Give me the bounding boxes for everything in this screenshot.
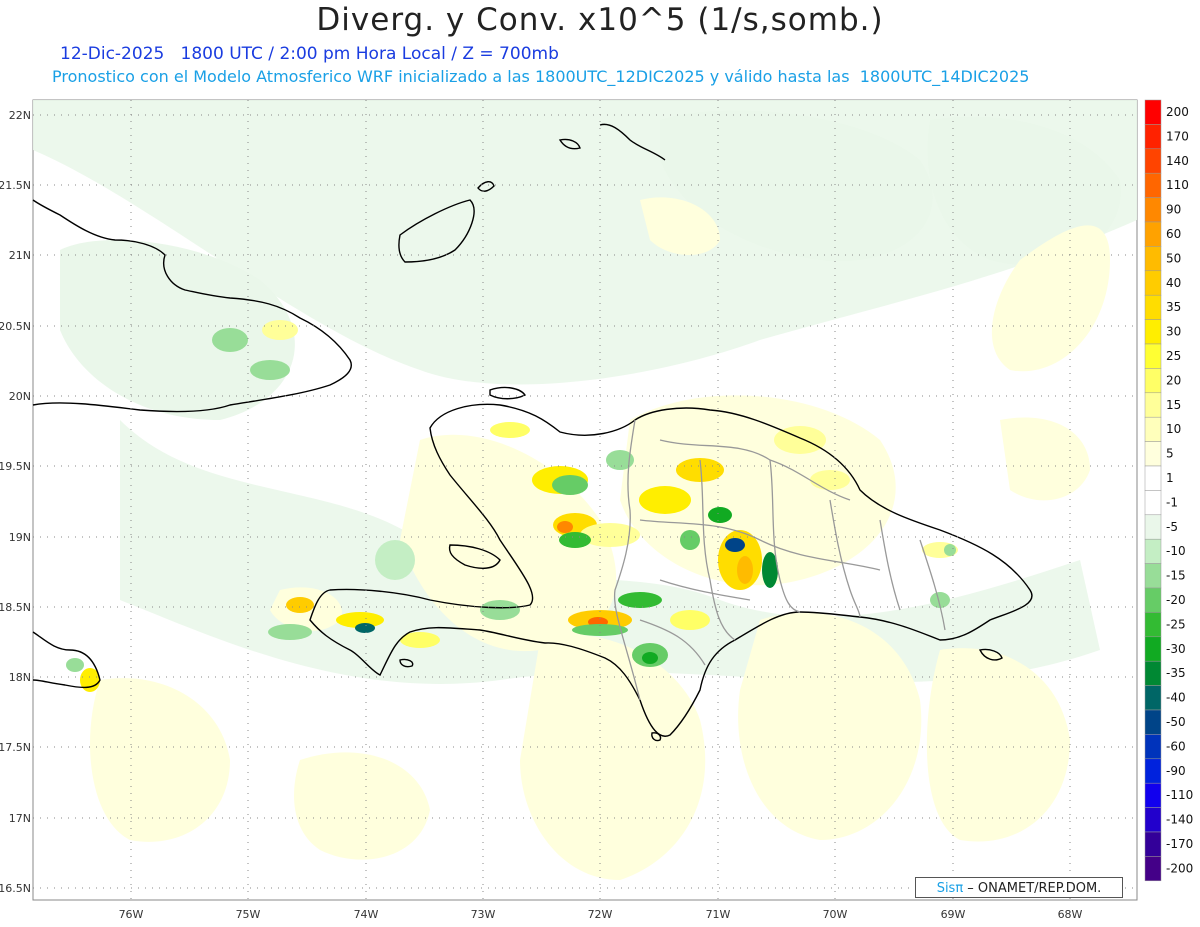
colorbar-swatch: [1144, 221, 1162, 247]
colorbar-label: -15: [1166, 569, 1186, 583]
lon-label: 68W: [1058, 908, 1083, 921]
colorbar-label: 110: [1166, 178, 1189, 192]
colorbar-label: -5: [1166, 520, 1178, 534]
colorbar-label: 5: [1166, 447, 1174, 461]
lat-label: 20N: [9, 390, 31, 403]
colorbar-label: -200: [1166, 861, 1193, 875]
colorbar-label: 40: [1166, 276, 1181, 290]
lon-label: 72W: [588, 908, 613, 921]
colorbar-swatch: [1144, 172, 1162, 198]
lat-label: 19N: [9, 531, 31, 544]
lat-label: 17N: [9, 812, 31, 825]
colorbar-swatch: [1144, 465, 1162, 491]
lon-label: 71W: [706, 908, 731, 921]
colorbar-label: -90: [1166, 764, 1186, 778]
lon-label: 75W: [236, 908, 261, 921]
colorbar-swatch: [1144, 612, 1162, 638]
colorbar-swatch: [1144, 343, 1162, 369]
colorbar-swatch: [1144, 416, 1162, 442]
lat-label: 19.5N: [0, 460, 31, 473]
lat-label: 21.5N: [0, 179, 31, 192]
colorbar-label: -40: [1166, 691, 1186, 705]
colorbar-swatch: [1144, 294, 1162, 320]
lat-label: 18.5N: [0, 601, 31, 614]
colorbar-label: 60: [1166, 227, 1181, 241]
colorbar-label: 15: [1166, 398, 1181, 412]
lat-label: 22N: [9, 109, 31, 122]
colorbar-label: 170: [1166, 129, 1189, 143]
colorbar-swatch: [1144, 319, 1162, 345]
colorbar-label: 200: [1166, 105, 1189, 119]
colorbar-label: 1: [1166, 471, 1174, 485]
colorbar-swatch: [1144, 685, 1162, 711]
colorbar-swatch: [1144, 563, 1162, 589]
colorbar-swatch: [1144, 148, 1162, 174]
colorbar-swatch: [1144, 270, 1162, 296]
colorbar-swatch: [1144, 246, 1162, 272]
colorbar-swatch: [1144, 782, 1162, 808]
lat-label: 17.5N: [0, 741, 31, 754]
colorbar-swatch: [1144, 636, 1162, 662]
lon-label: 70W: [823, 908, 848, 921]
latitude-labels: 22N 21.5N 21N 20.5N 20N 19.5N 19N 18.5N …: [0, 109, 31, 895]
colorbar-label: -110: [1166, 788, 1193, 802]
colorbar-swatch: [1144, 856, 1162, 882]
colorbar-swatch: [1144, 709, 1162, 735]
colorbar-label: 35: [1166, 300, 1181, 314]
colorbar-swatch: [1144, 368, 1162, 394]
colorbar-label: -50: [1166, 715, 1186, 729]
colorbar-swatch: [1144, 197, 1162, 223]
colorbar: 200 170 140 110 90 60 50 40 35 30 25 20 15 10 5 1 -1 -5 -1…: [1144, 99, 1193, 882]
colorbar-label: -30: [1166, 642, 1186, 656]
colorbar-swatch: [1144, 734, 1162, 760]
map-plot-area: [32, 99, 1138, 901]
lat-label: 16.5N: [0, 882, 31, 895]
colorbar-label: 10: [1166, 422, 1181, 436]
colorbar-swatch: [1144, 660, 1162, 686]
colorbar-swatch: [1144, 831, 1162, 857]
colorbar-label: -10: [1166, 544, 1186, 558]
colorbar-label: -25: [1166, 617, 1186, 631]
sispi-logo-text: Sisπ: [936, 881, 964, 896]
lon-label: 73W: [471, 908, 496, 921]
forecast-map: 22N 21.5N 21N 20.5N 20N 19.5N 19N 18.5N …: [0, 99, 1193, 921]
colorbar-label: -170: [1166, 837, 1193, 851]
lat-label: 18N: [9, 671, 31, 684]
colorbar-swatch: [1144, 392, 1162, 418]
colorbar-swatch: [1144, 490, 1162, 516]
colorbar-label: 25: [1166, 349, 1181, 363]
colorbar-label: -140: [1166, 813, 1193, 827]
colorbar-swatch: [1144, 441, 1162, 467]
colorbar-swatch: [1144, 587, 1162, 613]
lat-label: 21N: [9, 249, 31, 262]
colorbar-label: -60: [1166, 739, 1186, 753]
colorbar-label: 30: [1166, 325, 1181, 339]
colorbar-label: 20: [1166, 373, 1181, 387]
colorbar-swatch: [1144, 99, 1162, 125]
colorbar-swatch: [1144, 538, 1162, 564]
credit-box: Sisπ – ONAMET/REP.DOM.: [915, 877, 1123, 898]
colorbar-swatch: [1144, 124, 1162, 150]
lon-label: 74W: [354, 908, 379, 921]
colorbar-label: -35: [1166, 666, 1186, 680]
colorbar-swatch: [1144, 514, 1162, 540]
colorbar-swatch: [1144, 807, 1162, 833]
colorbar-label: -20: [1166, 593, 1186, 607]
lon-label: 69W: [941, 908, 966, 921]
longitude-labels: 76W 75W 74W 73W 72W 71W 70W 69W 68W: [119, 908, 1083, 921]
lon-label: 76W: [119, 908, 144, 921]
colorbar-swatch: [1144, 758, 1162, 784]
credit-text: – ONAMET/REP.DOM.: [963, 881, 1102, 896]
colorbar-label: -1: [1166, 495, 1178, 509]
colorbar-label: 90: [1166, 203, 1181, 217]
colorbar-label: 140: [1166, 154, 1189, 168]
colorbar-label: 50: [1166, 251, 1181, 265]
lat-label: 20.5N: [0, 320, 31, 333]
